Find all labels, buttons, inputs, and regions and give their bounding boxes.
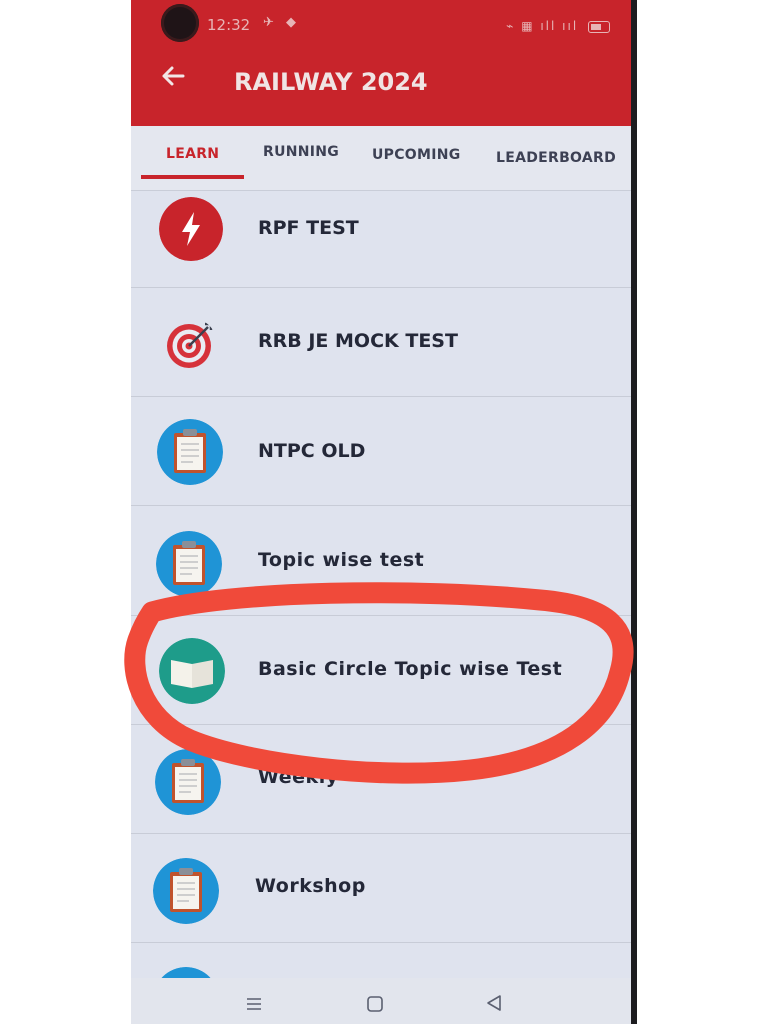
item-label: RRB JE MOCK TEST — [258, 330, 458, 352]
tab-learn[interactable]: LEARN — [166, 146, 219, 162]
back-arrow-icon[interactable] — [157, 60, 189, 92]
back-triangle-icon[interactable] — [485, 994, 503, 1012]
tab-upcoming[interactable]: UPCOMING — [372, 147, 461, 163]
list-item[interactable]: Workshop — [131, 834, 636, 943]
item-label: RPF TEST — [258, 217, 359, 239]
clipboard-icon — [156, 531, 222, 597]
lightning-icon — [159, 197, 223, 261]
item-label: NTPC OLD — [258, 440, 366, 462]
phone-screen: 12:32 ✈ ◆ ⌁ ▦ ıll ııl RAILWAY 2024 LEARN… — [131, 0, 636, 1024]
list-item[interactable]: RPF TEST — [131, 179, 636, 288]
clipboard-icon — [155, 749, 221, 815]
app-bar: 12:32 ✈ ◆ ⌁ ▦ ıll ııl RAILWAY 2024 — [131, 0, 636, 126]
status-left-icons: ✈ ◆ — [263, 15, 301, 30]
home-icon[interactable] — [366, 995, 384, 1013]
item-label: Basic Circle Topic wise Test — [258, 658, 563, 680]
page-title: RAILWAY 2024 — [234, 68, 428, 96]
status-time: 12:32 — [207, 16, 251, 34]
tab-leaderboard[interactable]: LEADERBOARD — [496, 150, 616, 166]
clipboard-icon — [153, 858, 219, 924]
book-icon — [159, 638, 225, 704]
list-item[interactable]: Basic Circle Topic wise Test — [131, 616, 636, 725]
list-item[interactable]: RRB JE MOCK TEST — [131, 288, 636, 397]
item-label: Weekly — [258, 766, 339, 788]
clipboard-icon — [157, 419, 223, 485]
signal-icons: ⌁ ▦ ıll ııl — [506, 19, 579, 33]
status-right-icons: ⌁ ▦ ıll ııl — [506, 19, 610, 33]
tab-running[interactable]: RUNNING — [263, 144, 339, 160]
phone-bezel — [631, 0, 637, 1024]
list-item[interactable]: Topic wise test — [131, 507, 636, 616]
item-label: Workshop — [255, 875, 366, 897]
target-icon — [167, 322, 213, 368]
item-label: Topic wise test — [258, 549, 425, 571]
front-camera — [161, 4, 199, 42]
system-nav-bar — [131, 978, 636, 1024]
menu-icon[interactable] — [245, 996, 263, 1012]
battery-icon — [588, 20, 610, 33]
list-item[interactable]: Weekly — [131, 725, 636, 834]
list-item[interactable]: NTPC OLD — [131, 397, 636, 506]
